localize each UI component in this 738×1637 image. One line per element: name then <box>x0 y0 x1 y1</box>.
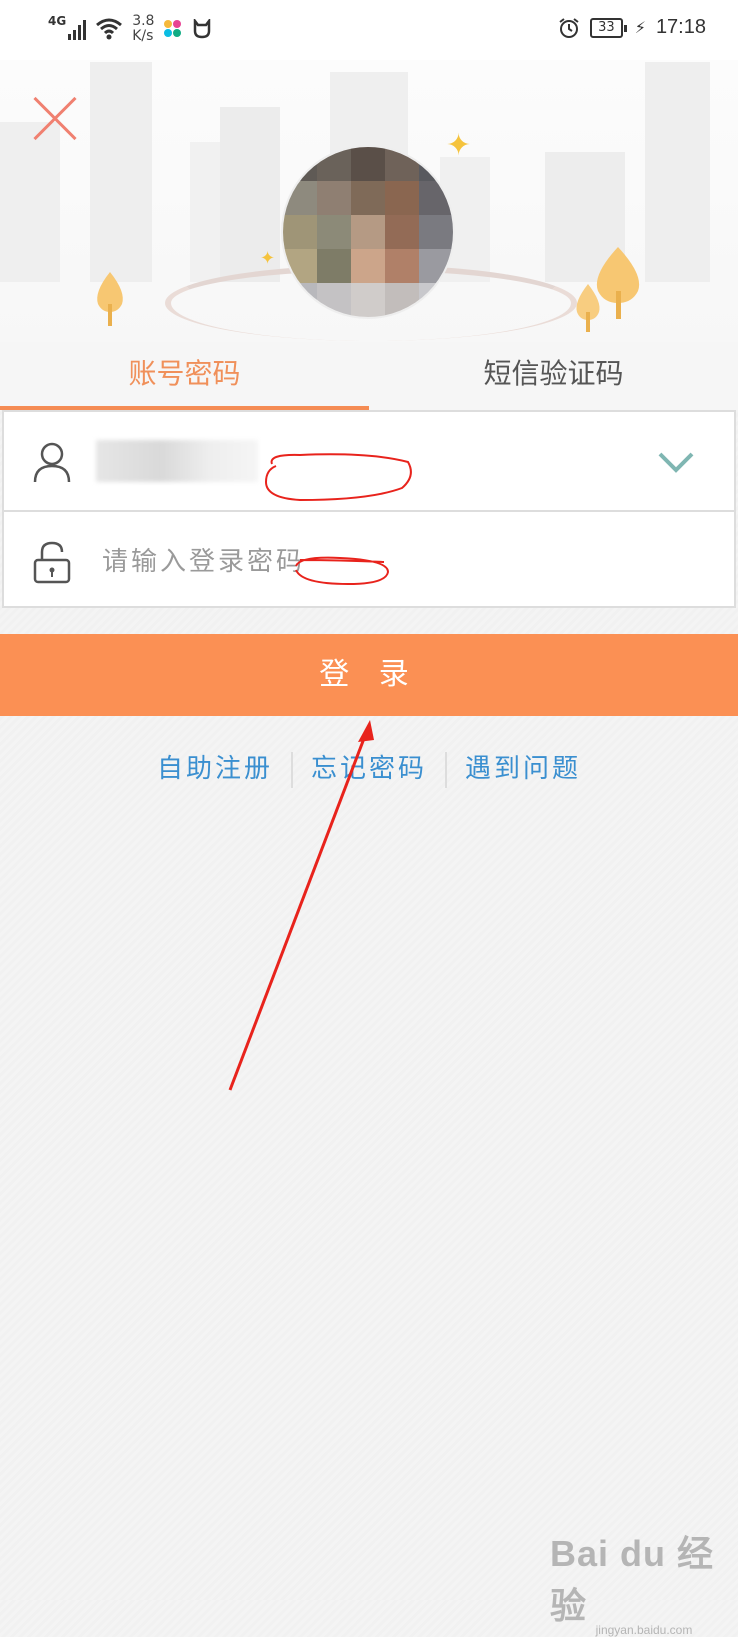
close-button[interactable] <box>30 95 78 143</box>
login-button[interactable]: 登 录 <box>0 634 738 716</box>
account-field-blurred[interactable] <box>96 440 258 482</box>
login-form <box>2 410 736 608</box>
password-input[interactable] <box>100 538 664 586</box>
forgot-password-link[interactable]: 忘记密码 <box>293 748 445 785</box>
sparkle-icon: ✦ <box>260 248 276 269</box>
alarm-icon <box>559 17 579 38</box>
pet-app-icon <box>194 19 211 39</box>
charging-icon: ⚡ <box>634 18 646 37</box>
lock-icon <box>33 541 71 584</box>
network-type: 4G <box>48 14 67 28</box>
watermark: Bai du 经验 jingyan.baidu.com <box>550 1525 738 1637</box>
network-speed: 3.8 K/s <box>132 13 155 44</box>
account-row[interactable] <box>4 412 734 512</box>
wifi-icon <box>96 18 123 40</box>
annotation-arrow-head <box>358 720 374 742</box>
tab-sms-code[interactable]: 短信验证码 <box>369 342 738 410</box>
password-row <box>4 512 734 610</box>
battery-indicator: 33 <box>590 17 627 38</box>
problem-link[interactable]: 遇到问题 <box>447 748 599 785</box>
signal-icon <box>68 18 87 40</box>
help-links: 自助注册 忘记密码 遇到问题 <box>0 748 738 804</box>
login-tabs: 账号密码 短信验证码 <box>0 342 738 410</box>
tab-account-password[interactable]: 账号密码 <box>0 342 369 410</box>
user-icon <box>33 442 71 483</box>
avatar[interactable] <box>281 145 455 319</box>
app-notification-icon <box>164 20 182 38</box>
tree-icon <box>97 272 123 326</box>
watermark-logo: Bai du 经验 <box>550 1533 715 1626</box>
clock: 17:18 <box>655 16 706 38</box>
tree-icon <box>576 284 600 332</box>
register-link[interactable]: 自助注册 <box>139 748 291 785</box>
chevron-down-icon[interactable] <box>658 444 694 480</box>
sparkle-icon: ✦ <box>446 128 472 163</box>
status-bar: 4G 3.8 K/s 33 ⚡ 17:18 <box>0 0 738 60</box>
